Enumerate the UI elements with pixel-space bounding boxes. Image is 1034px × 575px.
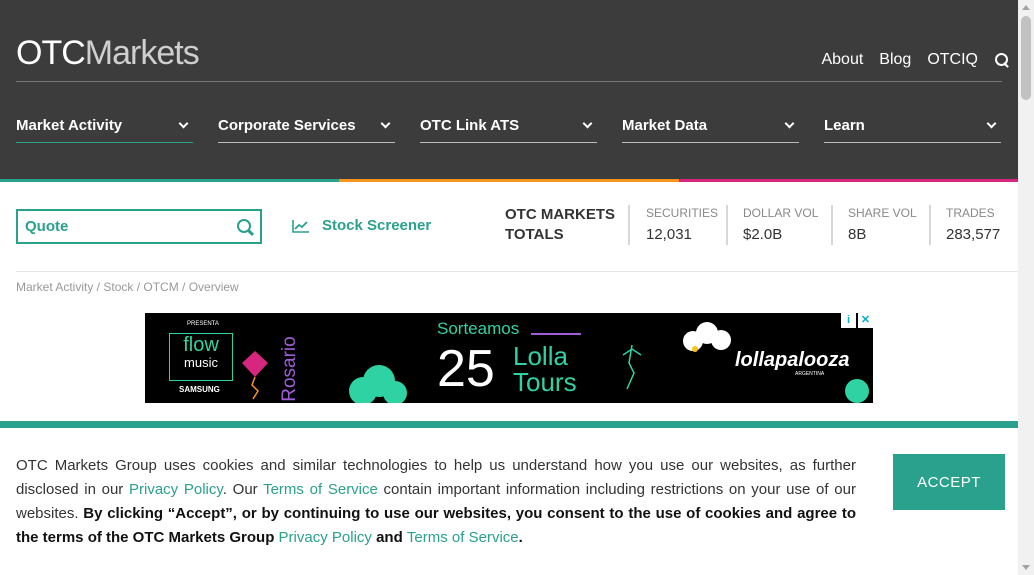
chevron-down-icon [986,118,997,128]
privacy-policy-link[interactable]: Privacy Policy [129,481,223,498]
cookie-text-part: . Our [222,481,264,498]
site-header: OTCMarkets About Blog OTCIQ Market Activ… [0,0,1018,180]
divider [726,205,728,245]
ad-flow-text: flow [183,334,219,356]
divider [628,205,630,245]
ad-sorteamos-text: Sorteamos [437,319,520,338]
nav-label: Market Activity [16,116,123,134]
nav-label: Market Data [622,116,708,134]
ad-rosario-text: Rosario [279,336,300,402]
cloud-white-icon [683,322,731,352]
terms-of-service-link[interactable]: Terms of Service [407,529,519,546]
stat-label: DOLLAR VOL [743,206,819,220]
top-links: About Blog OTCIQ [821,51,1010,69]
ad-controls: i ✕ [841,313,873,328]
cloud-icon [349,365,407,403]
ad-25-text: 25 [437,340,495,398]
stat-value: 283,577 [946,226,1001,243]
otc-markets-totals: OTC MARKETS TOTALS [505,205,615,245]
stat-label: SHARE VOL [848,206,917,220]
header-divider [16,81,1002,82]
terms-of-service-link[interactable]: Terms of Service [263,481,378,498]
nav-label: Learn [824,116,865,134]
ad-lolla-tours: Lolla Tours [513,343,577,395]
chart-line-icon [292,219,309,233]
about-link[interactable]: About [821,51,863,69]
ad-samsung-text: SAMSUNG [179,385,220,394]
stat-label: SECURITIES [646,206,719,220]
stat-dollar-vol: DOLLAR VOL $2.0B [743,205,818,245]
totals-line1: OTC MARKETS [505,206,615,223]
kite-icon [242,351,268,400]
color-bar-orange [339,179,679,182]
cookie-consent-text: . [518,529,523,546]
nav-otc-link-ats[interactable]: OTC Link ATS [420,110,597,143]
otciq-link[interactable]: OTCIQ [927,51,978,69]
nav-label: OTC Link ATS [420,116,520,134]
plant-icon [622,344,642,390]
divider [831,205,833,245]
stock-screener-label: Stock Screener [322,217,432,234]
cloud-small-icon [845,379,869,403]
ad-divider [531,333,581,335]
scroll-down-arrow-icon[interactable] [1022,565,1030,570]
ad-tours-text: Tours [513,367,577,397]
scroll-up-arrow-icon[interactable] [1022,5,1030,10]
page: OTCMarkets About Blog OTCIQ Market Activ… [0,0,1034,575]
nav-corporate-services[interactable]: Corporate Services [218,110,395,143]
stat-value: $2.0B [743,226,783,243]
chevron-down-icon [380,118,391,128]
chevron-down-icon [582,118,593,128]
chevron-down-icon [178,118,189,128]
ad-lollapalooza-text: lollapalooza [735,349,850,371]
quote-search-box [16,209,262,244]
nav-market-data[interactable]: Market Data [622,110,799,143]
nav-label: Corporate Services [218,116,356,134]
ad-music-text: music [184,355,218,370]
advertisement-banner[interactable]: PRESENTA flow music SAMSUNG Rosario Sort… [145,313,873,403]
nav-market-activity[interactable]: Market Activity [16,110,193,143]
cookie-banner-top-border [0,421,1018,428]
stat-share-vol: SHARE VOL 8B [848,205,917,245]
chevron-down-icon [784,118,795,128]
divider [16,271,1018,272]
divider [929,205,931,245]
nav-learn[interactable]: Learn [824,110,1001,143]
stat-value: 12,031 [646,226,692,243]
flow-music-logo: flow music [169,333,233,381]
ad-info-icon[interactable]: i [841,313,856,328]
main-nav: Market Activity Corporate Services OTC L… [16,110,1001,143]
accept-button[interactable]: ACCEPT [893,454,1005,510]
search-icon[interactable] [994,52,1010,68]
stat-securities: SECURITIES 12,031 [646,205,718,245]
ad-presenta-text: PRESENTA [187,321,219,327]
stat-label: TRADES [946,206,995,220]
scroll-thumb[interactable] [1021,16,1031,100]
ad-argentina-text: ARGENTINA [795,371,825,377]
search-icon[interactable] [236,218,254,236]
stock-screener-link[interactable]: Stock Screener [292,217,431,234]
quote-input[interactable] [25,218,215,235]
blog-link[interactable]: Blog [879,51,911,69]
stat-value: 8B [848,226,867,243]
stat-trades: TRADES 283,577 [946,205,1000,245]
cookie-banner: OTC Markets Group uses cookies and simil… [0,428,1018,575]
ad-close-icon[interactable]: ✕ [858,313,873,328]
cookie-text: OTC Markets Group uses cookies and simil… [16,454,856,550]
otc-markets-logo[interactable]: OTCMarkets [16,34,200,73]
logo-markets-text: Markets [84,34,200,72]
ad-lolla-text: Lolla [513,341,568,371]
color-bar-pink [679,179,1018,182]
breadcrumb[interactable]: Market Activity / Stock / OTCM / Overvie… [16,280,239,294]
color-bar [0,179,1018,182]
logo-otc-text: OTC [16,34,86,72]
totals-line2: TOTALS [505,226,564,243]
privacy-policy-link[interactable]: Privacy Policy [279,529,372,546]
cookie-consent-text: and [371,529,407,546]
color-bar-green [0,179,339,182]
scrollbar[interactable] [1018,0,1034,575]
